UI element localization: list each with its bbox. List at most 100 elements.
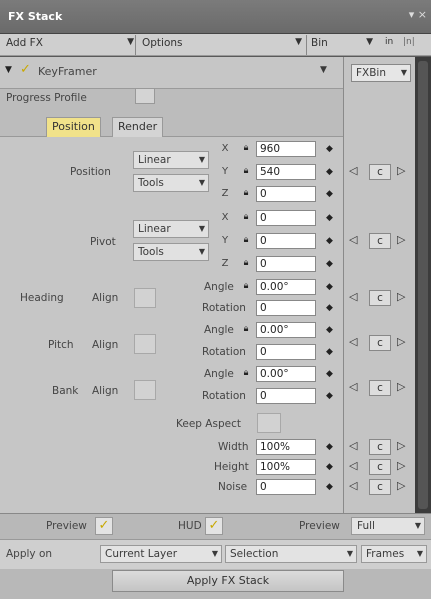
keyframe-c-button[interactable]: c [369, 479, 391, 495]
prev-keyframe-icon[interactable]: ◁ [349, 439, 357, 452]
next-keyframe-icon[interactable]: ▷ [397, 380, 405, 393]
pivot-x-field[interactable]: 0 [256, 210, 316, 226]
keyframe-diamond-icon[interactable]: ◆ [326, 167, 333, 177]
keyframe-diamond-icon[interactable]: ◆ [326, 347, 333, 357]
pitch-rotation-field[interactable]: 0 [256, 344, 316, 360]
preview-checkbox[interactable]: ✓ [95, 517, 113, 535]
lock-icon[interactable]: 🔒︎ [240, 166, 252, 180]
height-label: Height [214, 461, 249, 473]
pitch-angle-field[interactable]: 0.00° [256, 322, 316, 338]
heading-align-checkbox[interactable] [134, 288, 156, 308]
effect-menu-chevron-icon[interactable]: ▼ [320, 65, 327, 75]
lock-icon[interactable]: 🔒︎ [240, 143, 252, 157]
pivot-z-field[interactable]: 0 [256, 256, 316, 272]
keyframe-c-button[interactable]: c [369, 335, 391, 351]
height-field[interactable]: 100% [256, 459, 316, 475]
bank-rotation-field[interactable]: 0 [256, 388, 316, 404]
prev-keyframe-icon[interactable]: ◁ [349, 459, 357, 472]
window-titlebar: FX Stack ▾ × [0, 0, 431, 34]
pitch-align-checkbox[interactable] [134, 334, 156, 354]
effect-enable-checkmark-icon[interactable]: ✓ [20, 63, 34, 77]
keep-aspect-checkbox[interactable] [257, 413, 281, 433]
pivot-interp-dropdown[interactable]: Linear ▼ [133, 220, 209, 238]
next-keyframe-icon[interactable]: ▷ [397, 479, 405, 492]
keyframe-diamond-icon[interactable]: ◆ [326, 282, 333, 292]
keyframe-diamond-icon[interactable]: ◆ [326, 442, 333, 452]
progress-profile-box[interactable] [135, 88, 155, 104]
heading-rotation-label: Rotation [202, 302, 246, 314]
window-controls-icon[interactable]: ▾ × [409, 8, 427, 21]
prev-keyframe-icon[interactable]: ◁ [349, 233, 357, 246]
prev-keyframe-icon[interactable]: ◁ [349, 380, 357, 393]
apply-fx-stack-button[interactable]: Apply FX Stack [112, 570, 344, 592]
position-tools-dropdown[interactable]: Tools ▼ [133, 174, 209, 192]
noise-field[interactable]: 0 [256, 479, 316, 495]
add-fx-dropdown[interactable]: Add FX ▼ [6, 37, 134, 53]
bin-in-icon[interactable]: in [385, 37, 399, 53]
lock-icon[interactable]: 🔒︎ [240, 281, 252, 295]
lock-icon[interactable]: 🔒︎ [240, 368, 252, 382]
preview-mode-dropdown[interactable]: Full ▼ [351, 517, 425, 535]
bin-mode-icon[interactable]: |n| [403, 37, 425, 53]
next-keyframe-icon[interactable]: ▷ [397, 439, 405, 452]
bank-angle-field[interactable]: 0.00° [256, 366, 316, 382]
heading-align-label: Align [92, 292, 119, 304]
prev-keyframe-icon[interactable]: ◁ [349, 335, 357, 348]
heading-rotation-field[interactable]: 0 [256, 300, 316, 316]
scrollbar-thumb[interactable] [418, 61, 428, 509]
prev-keyframe-icon[interactable]: ◁ [349, 290, 357, 303]
scrollbar[interactable] [415, 57, 431, 513]
keyframe-c-button[interactable]: c [369, 459, 391, 475]
next-keyframe-icon[interactable]: ▷ [397, 233, 405, 246]
lock-icon[interactable]: 🔒︎ [240, 258, 252, 272]
position-z-field[interactable]: 0 [256, 186, 316, 202]
prev-keyframe-icon[interactable]: ◁ [349, 479, 357, 492]
keyframe-c-button[interactable]: c [369, 164, 391, 180]
keyframe-c-button[interactable]: c [369, 233, 391, 249]
progress-profile-label: Progress Profile [6, 92, 87, 104]
pivot-label: Pivot [90, 236, 116, 248]
lock-icon[interactable]: 🔒︎ [240, 324, 252, 338]
next-keyframe-icon[interactable]: ▷ [397, 335, 405, 348]
position-x-field[interactable]: 960 [256, 141, 316, 157]
apply-selection-dropdown[interactable]: Selection ▼ [225, 545, 357, 563]
position-interp-dropdown[interactable]: Linear ▼ [133, 151, 209, 169]
tab-render[interactable]: Render [112, 117, 164, 137]
keyframe-diamond-icon[interactable]: ◆ [326, 369, 333, 379]
bin-dropdown[interactable]: Bin ▼ [311, 37, 373, 53]
keyframe-c-button[interactable]: c [369, 380, 391, 396]
keyframe-diamond-icon[interactable]: ◆ [326, 482, 333, 492]
apply-frames-dropdown[interactable]: Frames ▼ [361, 545, 427, 563]
tab-position[interactable]: Position [46, 117, 101, 137]
keyframe-diamond-icon[interactable]: ◆ [326, 303, 333, 313]
next-keyframe-icon[interactable]: ▷ [397, 164, 405, 177]
pivot-y-field[interactable]: 0 [256, 233, 316, 249]
width-field[interactable]: 100% [256, 439, 316, 455]
keyframe-diamond-icon[interactable]: ◆ [326, 391, 333, 401]
lock-icon[interactable]: 🔒︎ [240, 188, 252, 202]
pivot-tools-dropdown[interactable]: Tools ▼ [133, 243, 209, 261]
bin-label: Bin [311, 37, 328, 49]
keyframe-diamond-icon[interactable]: ◆ [326, 189, 333, 199]
keyframe-diamond-icon[interactable]: ◆ [326, 213, 333, 223]
fxbin-dropdown[interactable]: FXBin ▼ [351, 64, 411, 82]
next-keyframe-icon[interactable]: ▷ [397, 290, 405, 303]
keyframe-diamond-icon[interactable]: ◆ [326, 144, 333, 154]
keyframe-diamond-icon[interactable]: ◆ [326, 462, 333, 472]
bank-align-checkbox[interactable] [134, 380, 156, 400]
lock-icon[interactable]: 🔒︎ [240, 212, 252, 226]
keyframe-c-button[interactable]: c [369, 290, 391, 306]
prev-keyframe-icon[interactable]: ◁ [349, 164, 357, 177]
keyframe-diamond-icon[interactable]: ◆ [326, 259, 333, 269]
keyframe-diamond-icon[interactable]: ◆ [326, 236, 333, 246]
position-y-field[interactable]: 540 [256, 164, 316, 180]
apply-layer-dropdown[interactable]: Current Layer ▼ [100, 545, 222, 563]
collapse-triangle-icon[interactable]: ▼ [5, 65, 12, 75]
keyframe-diamond-icon[interactable]: ◆ [326, 325, 333, 335]
next-keyframe-icon[interactable]: ▷ [397, 459, 405, 472]
hud-checkbox[interactable]: ✓ [205, 517, 223, 535]
keyframe-c-button[interactable]: c [369, 439, 391, 455]
lock-icon[interactable]: 🔒︎ [240, 235, 252, 249]
options-dropdown[interactable]: Options ▼ [142, 37, 302, 53]
heading-angle-field[interactable]: 0.00° [256, 279, 316, 295]
